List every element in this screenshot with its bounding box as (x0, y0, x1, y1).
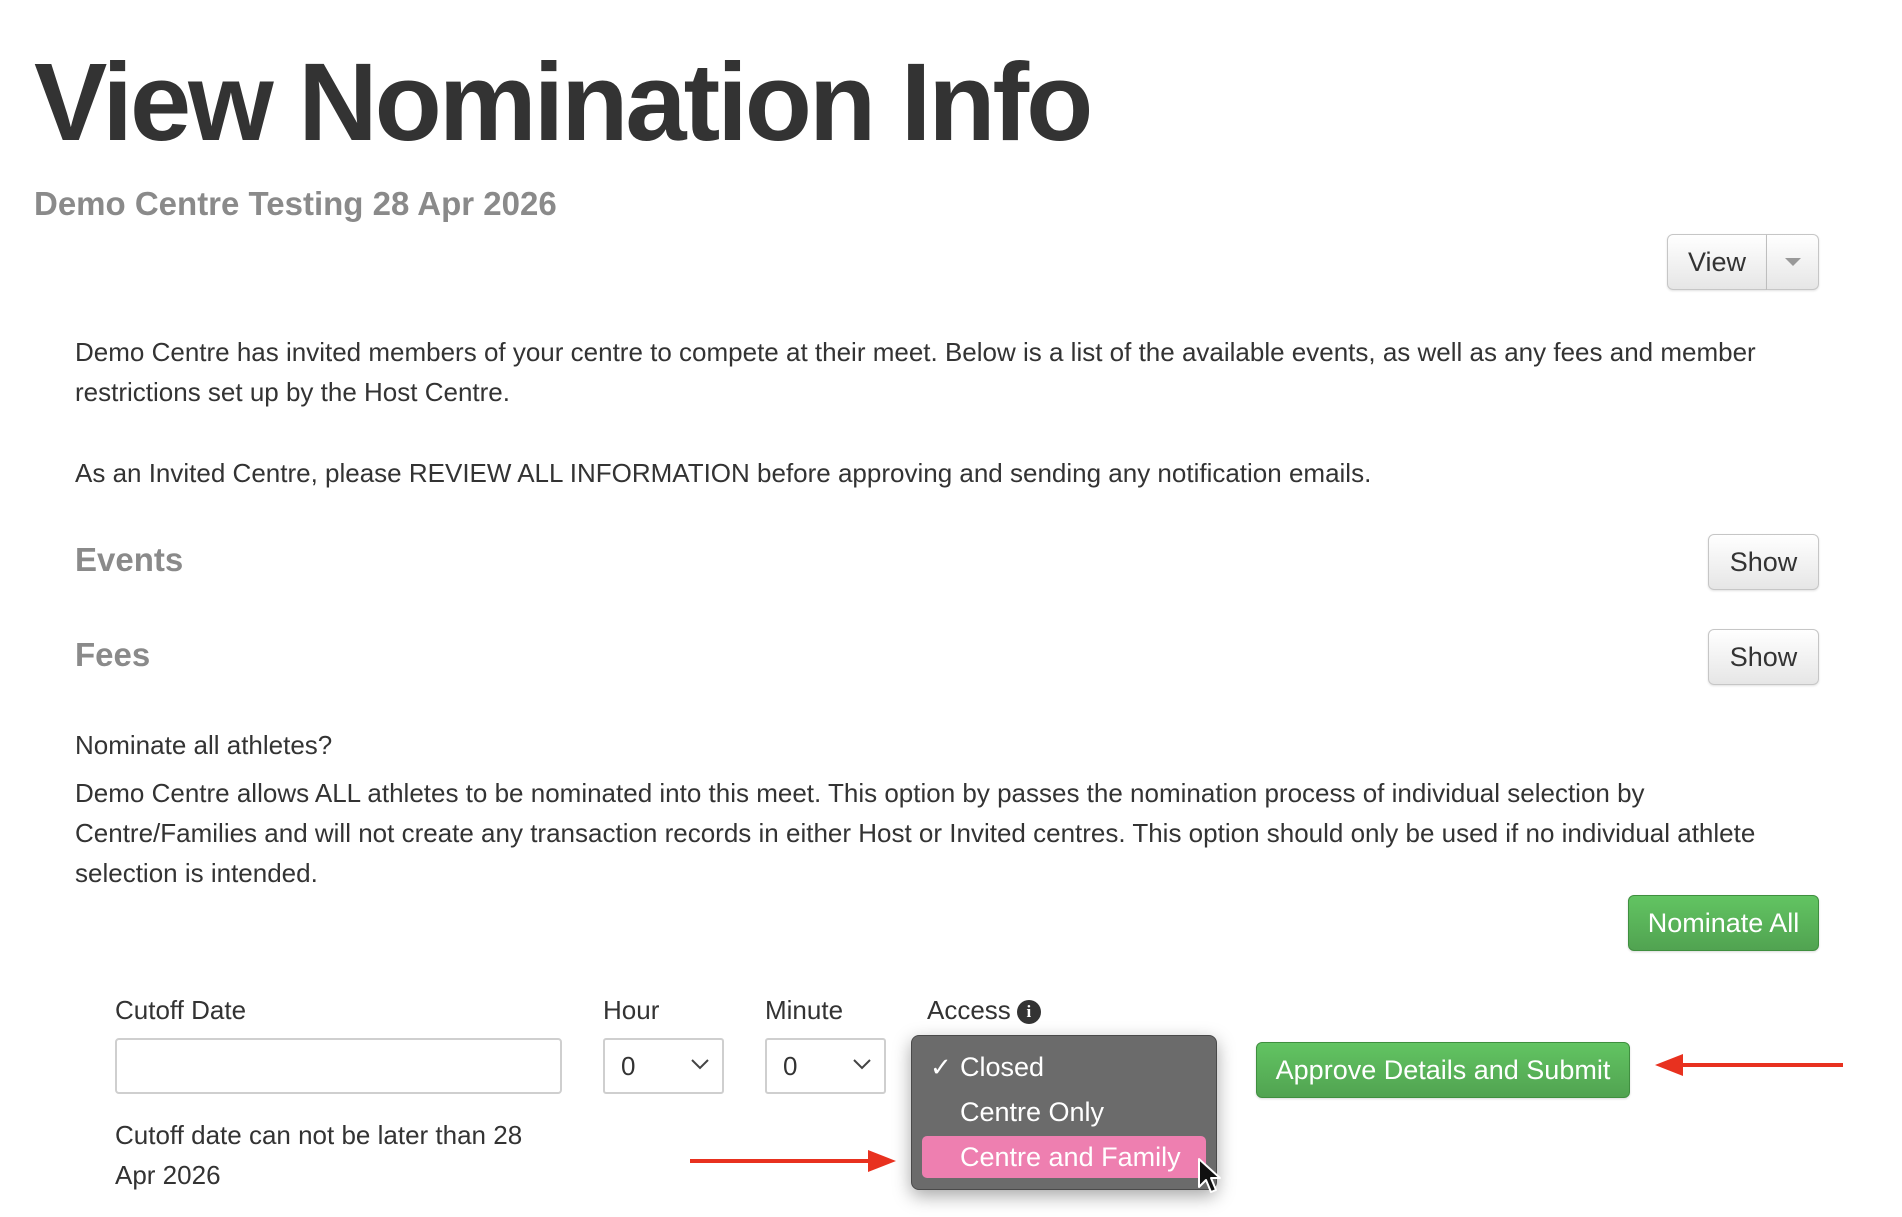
page-title: View Nomination Info (34, 41, 1093, 164)
events-show-button[interactable]: Show (1708, 534, 1819, 590)
access-option-label: Centre Only (960, 1096, 1105, 1127)
checkmark-icon: ✓ (930, 1052, 952, 1082)
review-notice: As an Invited Centre, please REVIEW ALL … (75, 458, 1372, 488)
access-option-centre-and-family[interactable]: Centre and Family (922, 1136, 1206, 1178)
hour-select[interactable]: 0 (603, 1038, 724, 1094)
access-label: Access (927, 995, 1011, 1025)
fees-heading: Fees (75, 636, 151, 673)
events-heading: Events (75, 541, 184, 578)
cutoff-date-label: Cutoff Date (115, 995, 247, 1025)
minute-select-value: 0 (783, 1050, 798, 1081)
chevron-down-icon (853, 1059, 871, 1070)
access-label-row: Access i (927, 995, 1041, 1026)
red-arrow-icon (1655, 1054, 1843, 1076)
cutoff-date-input[interactable] (115, 1038, 562, 1094)
mouse-pointer-icon (1198, 1158, 1221, 1193)
caret-down-icon (1784, 258, 1801, 266)
info-icon[interactable]: i (1016, 1000, 1041, 1025)
nominate-all-question: Nominate all athletes? (75, 730, 333, 760)
page-subtitle: Demo Centre Testing 28 Apr 2026 (34, 185, 557, 222)
minute-select[interactable]: 0 (765, 1038, 886, 1094)
red-arrow-icon (690, 1150, 896, 1172)
cutoff-date-help: Cutoff date can not be later than 28 Apr… (115, 1120, 523, 1190)
view-button-group[interactable]: View (1667, 234, 1819, 290)
nominate-all-description: Demo Centre allows ALL athletes to be no… (75, 778, 1756, 888)
view-dropdown-toggle[interactable] (1767, 234, 1819, 290)
view-button[interactable]: View (1667, 234, 1767, 290)
access-option-centre-only[interactable]: Centre Only (922, 1091, 1206, 1133)
hour-label: Hour (603, 995, 660, 1025)
fees-show-button[interactable]: Show (1708, 629, 1819, 685)
approve-submit-button[interactable]: Approve Details and Submit (1256, 1042, 1630, 1098)
access-option-label: Centre and Family (960, 1141, 1181, 1172)
intro-paragraph: Demo Centre has invited members of your … (75, 337, 1756, 407)
minute-label: Minute (765, 995, 844, 1025)
access-option-closed[interactable]: ✓ Closed (922, 1046, 1206, 1088)
hour-select-value: 0 (621, 1050, 636, 1081)
access-option-label: Closed (960, 1051, 1045, 1082)
chevron-down-icon (691, 1059, 709, 1070)
access-dropdown-menu[interactable]: ✓ Closed Centre Only Centre and Family (911, 1035, 1217, 1190)
nominate-all-button[interactable]: Nominate All (1628, 895, 1819, 951)
